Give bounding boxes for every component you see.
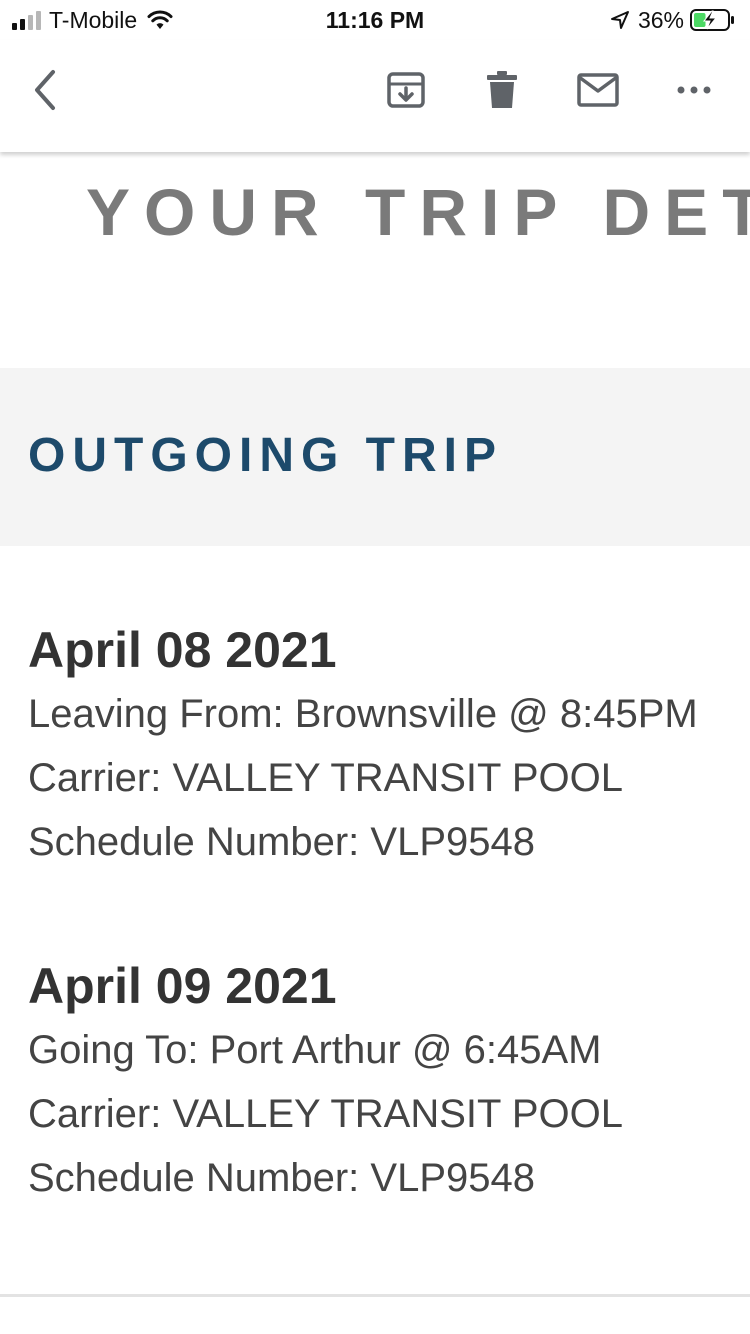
section-title: OUTGOING TRIP: [28, 429, 503, 482]
battery-charging-icon: [690, 9, 734, 31]
status-bar: T-Mobile 11:16 PM 36%: [0, 0, 750, 40]
archive-button[interactable]: [384, 68, 428, 112]
chevron-left-icon: [35, 70, 55, 110]
email-toolbar: [0, 40, 750, 152]
trip-date: April 08 2021: [28, 622, 337, 678]
trip-schedule-number: Schedule Number: VLP9548: [28, 820, 535, 864]
trash-icon: [487, 71, 517, 108]
outgoing-trip-section: OUTGOING TRIP: [0, 368, 750, 546]
more-options-button[interactable]: [672, 68, 716, 112]
battery-percentage: 36%: [637, 6, 684, 33]
delete-button[interactable]: [480, 68, 524, 112]
archive-download-icon: [387, 72, 425, 108]
divider: [0, 1294, 750, 1297]
trip-location: Leaving From: Brownsville @ 8:45PM: [28, 692, 698, 736]
email-body: YOUR TRIP DETAILS OUTGOING TRIP April 08…: [0, 152, 750, 1334]
mail-button[interactable]: [576, 68, 620, 112]
more-dots-icon: [677, 86, 711, 94]
trip-carrier: Carrier: VALLEY TRANSIT POOL: [28, 1092, 624, 1136]
trip-details-heading: YOUR TRIP DETAILS: [86, 175, 750, 249]
location-arrow-icon: [610, 11, 629, 29]
back-button[interactable]: [24, 68, 68, 112]
trip-date: April 09 2021: [28, 958, 337, 1014]
envelope-icon: [577, 73, 619, 107]
trip-carrier: Carrier: VALLEY TRANSIT POOL: [28, 756, 624, 800]
trip-leg: April 09 2021 Going To: Port Arthur @ 6:…: [28, 954, 750, 1210]
status-right: 36%: [610, 6, 736, 34]
trip-schedule-number: Schedule Number: VLP9548: [28, 1156, 535, 1200]
trip-leg: April 08 2021 Leaving From: Brownsville …: [28, 618, 750, 874]
trip-location: Going To: Port Arthur @ 6:45AM: [28, 1028, 602, 1072]
